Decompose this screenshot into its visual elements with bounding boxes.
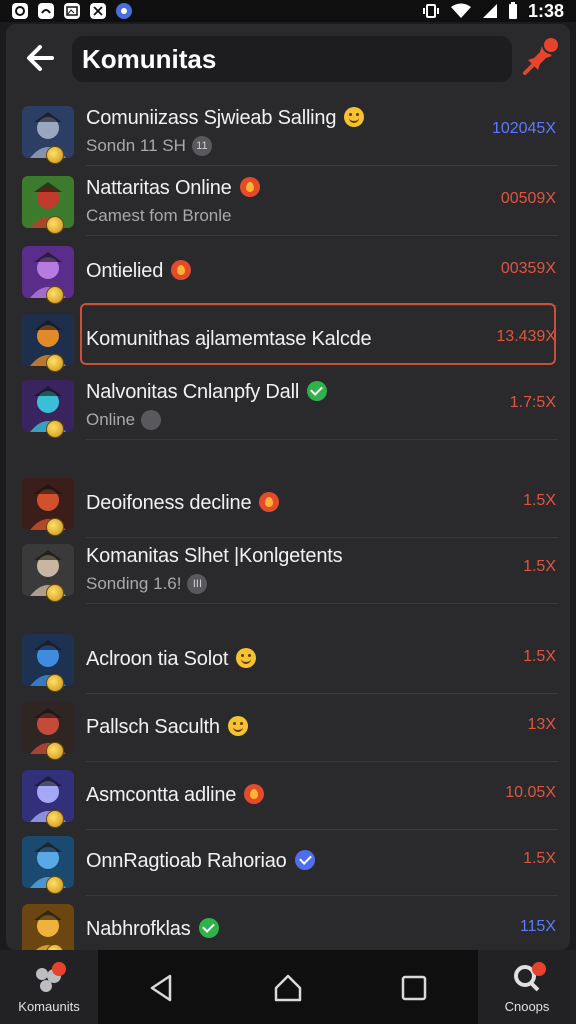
header: Komunitas xyxy=(6,24,570,96)
divider xyxy=(86,235,558,236)
image-notification-icon xyxy=(64,3,80,19)
chat-notification-icon xyxy=(116,3,132,19)
fire-icon xyxy=(171,260,192,280)
coin-icon xyxy=(46,146,64,164)
coin-icon xyxy=(46,584,64,602)
verify-icon xyxy=(294,850,315,870)
community-name: Deoifoness decline xyxy=(86,492,280,515)
smile-icon xyxy=(227,716,248,736)
app-notification-icon xyxy=(38,3,54,19)
coin-icon xyxy=(46,876,64,894)
pin-button[interactable] xyxy=(522,36,560,76)
multiplier: 1.5X xyxy=(523,492,556,509)
status-bar: 1:38 xyxy=(0,0,576,22)
community-name: Comuniizass Sjwieab Salling xyxy=(86,107,365,130)
tab-label: Cnoops xyxy=(504,999,550,1014)
multiplier: 13X xyxy=(527,716,556,733)
list-item[interactable]: Asmcontta adline 10.05X xyxy=(6,764,570,830)
back-arrow-icon[interactable] xyxy=(22,42,58,74)
tab-communities[interactable]: Komaunits xyxy=(0,950,98,1024)
community-name: OnnRagtioab Rahoriao xyxy=(86,850,315,873)
list-item[interactable]: Pallsch Saculth 13X xyxy=(6,696,570,762)
community-subtitle: Online xyxy=(86,410,162,430)
community-subtitle: Camest fom Bronle xyxy=(86,206,232,225)
divider xyxy=(86,603,558,604)
selected-row-outline xyxy=(80,303,556,365)
community-name: Nalvonitas Cnlanpfy Dall xyxy=(86,381,328,404)
home-icon[interactable] xyxy=(272,972,304,1004)
list-item[interactable]: Komanitas Slhet |Konlgetents Sonding 1.6… xyxy=(6,538,570,604)
community-avatar xyxy=(22,904,74,950)
multiplier: 115X xyxy=(519,918,556,935)
battery-icon xyxy=(508,2,517,19)
list-item[interactable]: Comuniizass Sjwieab Salling Sondn 11 SH 1… xyxy=(6,100,570,166)
coin-icon xyxy=(46,674,64,692)
coin-icon xyxy=(46,354,64,372)
community-name: Asmcontta adline xyxy=(86,784,265,807)
check-icon xyxy=(198,918,219,938)
fire-icon xyxy=(259,492,280,512)
community-panel: Komunitas Comuniizass Sjwieab Salling So… xyxy=(6,24,570,950)
community-name: Aclroon tia Solot xyxy=(86,648,257,671)
divider xyxy=(86,761,558,762)
divider xyxy=(86,439,558,440)
list-item[interactable]: Ontielied 00359X xyxy=(6,240,570,306)
member-badge: III xyxy=(187,574,208,594)
notification-badge xyxy=(542,36,560,54)
community-name: Nabhrofklas xyxy=(86,918,219,941)
list-item[interactable]: Nattaritas Online Camest fom Bronle 0050… xyxy=(6,170,570,236)
fire-icon xyxy=(244,784,265,804)
game-notification-icon xyxy=(90,3,106,19)
multiplier: 10.05X xyxy=(505,784,556,801)
bottom-navigation: Komaunits Cnoops xyxy=(0,950,576,1024)
multiplier: 1.7:5X xyxy=(509,394,556,411)
page-title: Komunitas xyxy=(72,36,512,82)
coin-icon xyxy=(46,286,64,304)
multiplier: 1.5X xyxy=(523,850,556,867)
community-name: Ontielied xyxy=(86,260,192,283)
notification-icon xyxy=(12,3,28,19)
list-item[interactable]: Nabhrofklas 115X xyxy=(6,898,570,950)
member-badge: 11 xyxy=(191,136,212,156)
signal-icon xyxy=(482,4,497,18)
recents-icon[interactable] xyxy=(398,972,430,1004)
tab-label: Komaunits xyxy=(18,999,80,1014)
multiplier: 00509X xyxy=(500,190,556,207)
list-item[interactable]: OnnRagtioab Rahoriao 1.5X xyxy=(6,830,570,896)
community-subtitle: Sondn 11 SH 11 xyxy=(86,136,212,156)
smile-icon xyxy=(236,648,257,668)
list-item[interactable]: Aclroon tia Solot 1.5X xyxy=(6,628,570,694)
multiplier: 1.5X xyxy=(523,648,556,665)
coin-icon xyxy=(46,420,64,438)
community-subtitle: Sonding 1.6! III xyxy=(86,574,208,594)
multiplier: 102045X xyxy=(491,120,556,137)
list-item[interactable]: Deoifoness decline 1.5X xyxy=(6,472,570,538)
fire-icon xyxy=(239,177,260,197)
vibrate-icon xyxy=(422,4,439,18)
coin-icon xyxy=(46,216,64,234)
coin-icon xyxy=(46,810,64,828)
divider xyxy=(86,895,558,896)
community-name: Pallsch Saculth xyxy=(86,716,248,739)
multiplier: 1.5X xyxy=(523,558,556,575)
smile-icon xyxy=(344,107,365,127)
coin-icon xyxy=(46,742,64,760)
back-triangle-icon[interactable] xyxy=(146,972,178,1004)
member-badge xyxy=(141,410,162,430)
tab-groups[interactable]: Cnoops xyxy=(478,950,576,1024)
community-name: Komanitas Slhet |Konlgetents xyxy=(86,545,343,567)
tab-badge xyxy=(52,962,66,976)
check-icon xyxy=(307,381,328,401)
coin-icon xyxy=(46,518,64,536)
wifi-icon xyxy=(450,3,471,18)
community-name: Nattaritas Online xyxy=(86,177,260,200)
multiplier: 00359X xyxy=(500,260,556,277)
tab-badge xyxy=(532,962,546,976)
clock: 1:38 xyxy=(527,0,564,21)
divider xyxy=(86,693,558,694)
list-item[interactable]: Nalvonitas Cnlanpfy Dall Online 1.7:5X xyxy=(6,374,570,440)
divider xyxy=(86,165,558,166)
